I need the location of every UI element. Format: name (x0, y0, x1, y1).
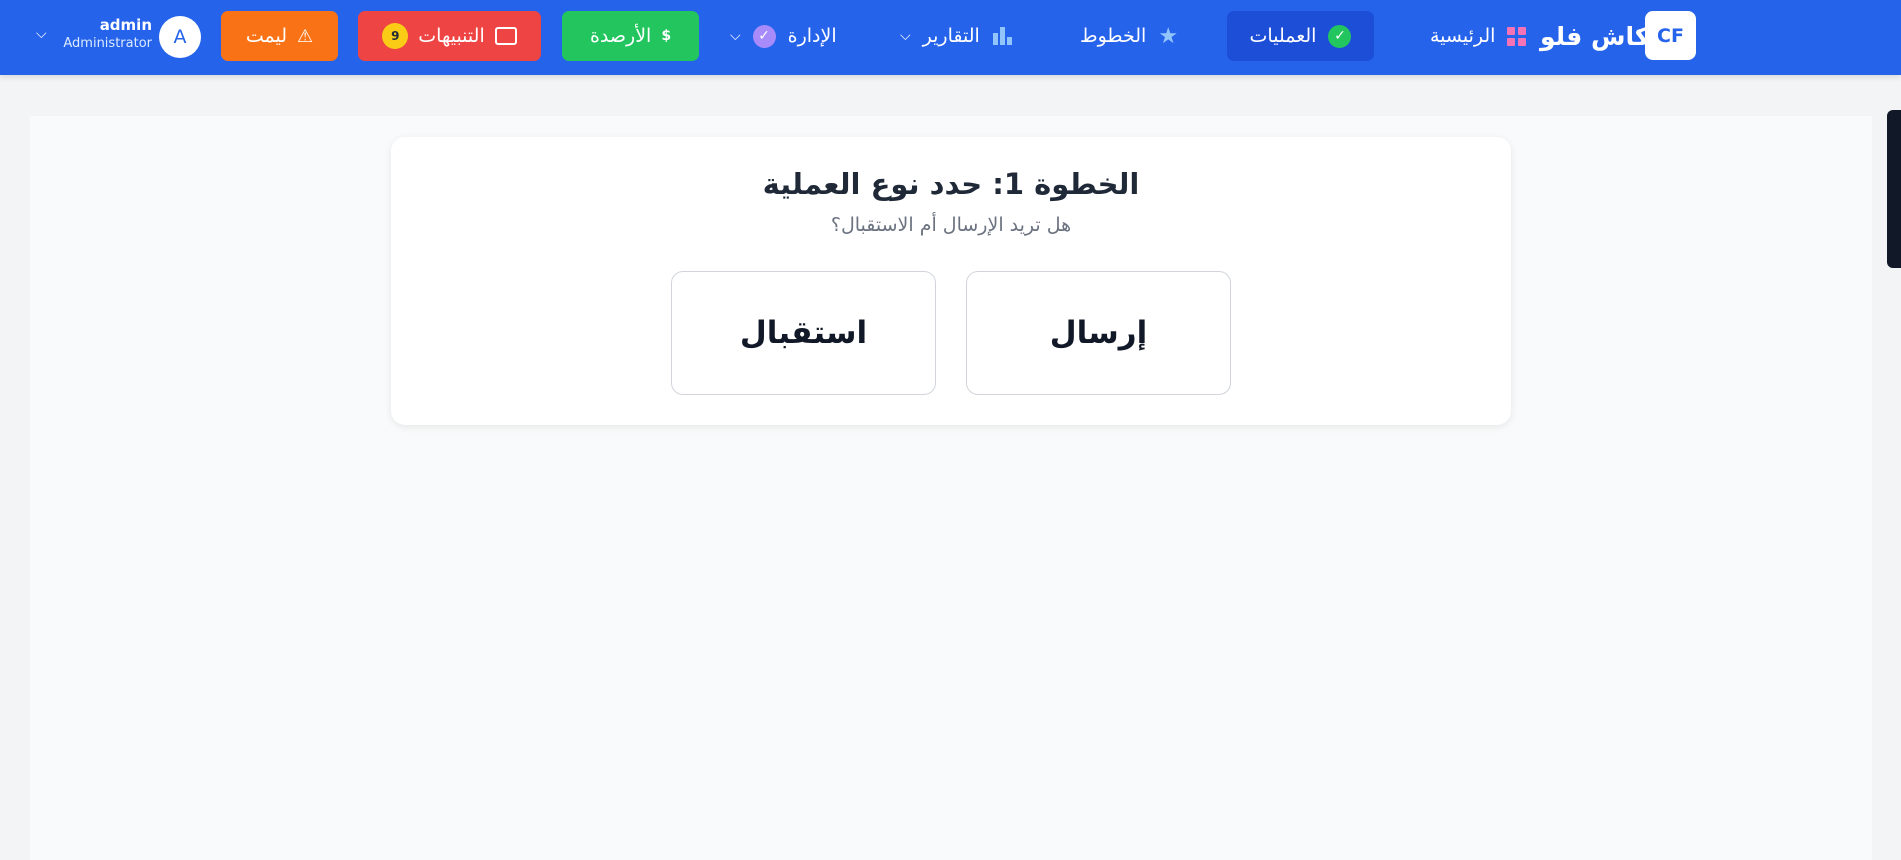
check-circle-icon: ✓ (752, 24, 776, 48)
nav-item-admin[interactable]: الإدارة ✓ ⌵ (710, 11, 857, 61)
step-title: الخطوة 1: حدد نوع العملية (762, 167, 1140, 201)
nav-item-reports[interactable]: التقارير ⌵ (880, 11, 1032, 61)
chevron-down-icon: ⌵ (900, 28, 911, 44)
top-navbar: CF كاش فلو الرئيسية ✓ العمليات ★ الخطوط … (0, 0, 1901, 75)
nav-item-operations[interactable]: ✓ العمليات (1227, 11, 1374, 61)
chevron-down-icon[interactable]: ⌵ (36, 26, 47, 42)
limit-button[interactable]: ⚠ ليمت (221, 11, 338, 61)
step-card: الخطوة 1: حدد نوع العملية هل تريد الإرسا… (391, 137, 1511, 425)
nav-operations-label: العمليات (1249, 25, 1317, 47)
dollar-icon: $ (661, 28, 672, 44)
nav-item-lines[interactable]: ★ الخطوط (1060, 11, 1198, 61)
receive-option-button[interactable]: استقبال (671, 271, 936, 395)
nav-item-home[interactable]: الرئيسية (1410, 11, 1546, 61)
brand-name[interactable]: كاش فلو (1540, 16, 1649, 56)
step-subtitle: هل تريد الإرسال أم الاستقبال؟ (830, 214, 1072, 236)
user-name: admin (99, 16, 152, 34)
user-info[interactable]: admin Administrator (62, 16, 152, 51)
chat-icon (494, 27, 517, 45)
grid-icon (1507, 26, 1527, 46)
user-role: Administrator (63, 36, 152, 51)
nav-home-label: الرئيسية (1430, 25, 1496, 47)
nav-reports-label: التقارير (922, 25, 980, 47)
avatar[interactable]: A (159, 16, 201, 58)
alerts-label: التنبيهات (418, 25, 485, 47)
alerts-count-badge: 9 (382, 23, 409, 49)
nav-lines-label: الخطوط (1080, 25, 1147, 47)
warning-icon: ⚠ (297, 25, 314, 47)
chevron-down-icon: ⌵ (730, 28, 741, 44)
alerts-button[interactable]: التنبيهات 9 (358, 11, 541, 61)
side-toolbar-tab[interactable] (1887, 110, 1901, 268)
balances-button[interactable]: $ الأرصدة (562, 11, 699, 61)
check-circle-icon: ✓ (1328, 24, 1352, 48)
limit-label: ليمت (245, 25, 288, 47)
logo-badge[interactable]: CF (1645, 11, 1696, 60)
nav-admin-label: الإدارة (787, 25, 837, 47)
send-option-button[interactable]: إرسال (966, 271, 1231, 395)
balances-label: الأرصدة (589, 25, 652, 47)
bar-chart-icon (992, 27, 1012, 45)
star-icon: ★ (1158, 23, 1179, 49)
